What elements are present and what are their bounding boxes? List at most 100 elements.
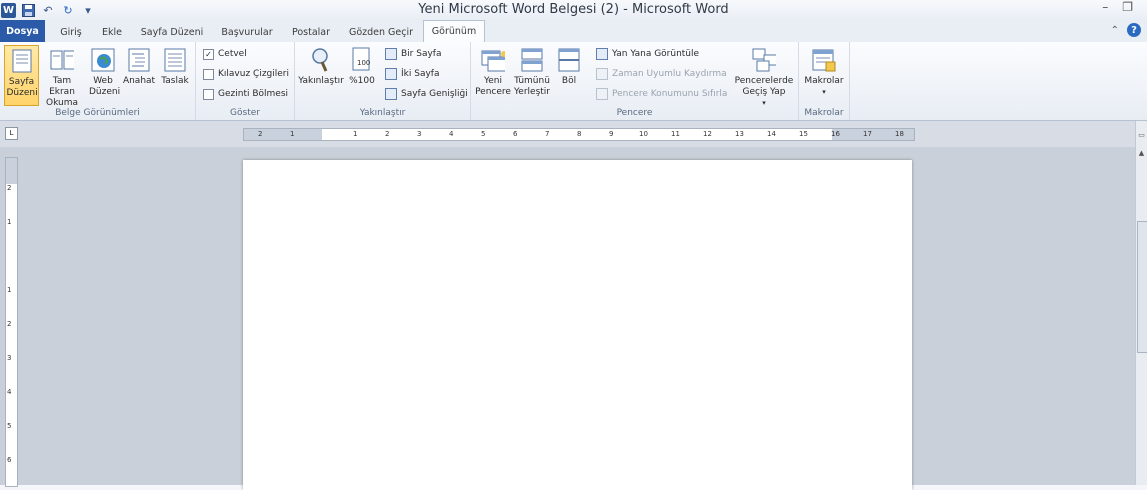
ruler-number: 4 — [449, 130, 454, 138]
tab-insert[interactable]: Ekle — [96, 22, 128, 42]
tab-references[interactable]: Başvurular — [214, 22, 280, 42]
restore-button[interactable]: ❐ — [1122, 0, 1133, 14]
arrange-all-icon — [520, 47, 544, 73]
minimize-ribbon-icon[interactable]: ⌃ — [1111, 25, 1119, 36]
outline-button[interactable]: Anahat — [123, 45, 155, 87]
ruler-number: 10 — [639, 130, 648, 138]
top-margin-marker — [6, 158, 17, 184]
zoom-100-button[interactable]: 100 %100 — [347, 45, 377, 87]
help-area: ⌃ ? — [1111, 23, 1141, 37]
ruler-checkbox-row[interactable]: ✓ Cetvel — [203, 47, 247, 61]
macros-label: Makrolar — [804, 76, 844, 86]
minimize-button[interactable]: – — [1102, 0, 1108, 14]
macros-icon — [812, 47, 836, 73]
draft-button[interactable]: Taslak — [159, 45, 191, 87]
gridlines-checkbox-label: Kılavuz Çizgileri — [218, 69, 289, 79]
ruler-area: L 2 1 1 2 3 4 5 6 7 8 9 10 11 12 13 14 1… — [0, 121, 1147, 147]
ruler-number: 8 — [577, 130, 582, 138]
magnifier-icon — [309, 47, 333, 73]
ruler-number: 15 — [799, 130, 808, 138]
print-layout-label: Sayfa Düzeni — [6, 77, 38, 98]
ribbon: Sayfa Düzeni Tam Ekran Okuma Web Düzeni … — [0, 42, 1147, 121]
synchronous-scrolling-icon — [596, 68, 608, 80]
web-layout-button[interactable]: Web Düzeni — [87, 45, 121, 98]
ruler-toggle-icon[interactable]: ▭ — [1137, 131, 1146, 143]
gridlines-checkbox-row[interactable]: Kılavuz Çizgileri — [203, 67, 289, 81]
reset-window-position-button[interactable]: Pencere Konumunu Sıfırla — [596, 87, 727, 101]
navigation-pane-checkbox-row[interactable]: Gezinti Bölmesi — [203, 87, 288, 101]
web-layout-label: Web Düzeni — [89, 76, 121, 97]
help-icon[interactable]: ? — [1127, 23, 1141, 37]
switch-windows-button[interactable]: Pencerelerde Geçiş Yap ▾ — [733, 45, 795, 109]
reset-window-position-label: Pencere Konumunu Sıfırla — [612, 89, 728, 99]
title-bar: W ↶ ↻ ▾ Yeni Microsoft Word Belgesi (2) … — [0, 0, 1147, 20]
tab-mailings[interactable]: Postalar — [286, 22, 336, 42]
draft-icon — [163, 47, 187, 73]
macros-button[interactable]: Makrolar ▾ — [802, 45, 846, 98]
gridlines-checkbox[interactable] — [203, 68, 214, 80]
ruler-number: 6 — [513, 130, 518, 138]
outline-label: Anahat — [122, 76, 156, 86]
tab-review[interactable]: Gözden Geçir — [344, 22, 418, 42]
side-by-side-icon — [596, 48, 608, 60]
vertical-scrollbar[interactable]: ▭ ▲ — [1135, 121, 1147, 485]
reset-window-position-icon — [596, 88, 608, 100]
tab-page-layout[interactable]: Sayfa Düzeni — [136, 22, 208, 42]
group-show: ✓ Cetvel Kılavuz Çizgileri Gezinti Bölme… — [196, 42, 295, 120]
left-margin-marker — [244, 129, 322, 140]
split-label: Böl — [561, 76, 577, 86]
window-controls: – ❐ — [1102, 0, 1133, 14]
outline-icon — [127, 47, 151, 73]
navigation-pane-checkbox[interactable] — [203, 88, 214, 100]
ruler-number: 5 — [481, 130, 486, 138]
ruler-number: 1 — [7, 286, 12, 294]
two-pages-button[interactable]: İki Sayfa — [385, 67, 439, 81]
group-zoom: Yakınlaştır 100 %100 Bir Sayfa İki Sayfa… — [295, 42, 471, 120]
scroll-up-icon[interactable]: ▲ — [1137, 149, 1146, 161]
ribbon-tabs: Dosya Giriş Ekle Sayfa Düzeni Başvurular… — [0, 20, 1147, 43]
tab-selector[interactable]: L — [5, 127, 18, 140]
page-width-button[interactable]: Sayfa Genişliği — [385, 87, 468, 101]
vertical-ruler[interactable]: 2 1 1 2 3 4 5 6 — [5, 157, 18, 487]
ruler-number: 3 — [417, 130, 422, 138]
synchronous-scrolling-button[interactable]: Zaman Uyumlu Kaydırma — [596, 67, 727, 81]
tab-file[interactable]: Dosya — [0, 20, 45, 42]
group-document-views: Sayfa Düzeni Tam Ekran Okuma Web Düzeni … — [0, 42, 196, 120]
ruler-number: 5 — [7, 422, 12, 430]
group-label-window: Pencere — [616, 108, 653, 118]
two-pages-label: İki Sayfa — [401, 69, 440, 79]
web-layout-icon — [91, 47, 115, 73]
arrange-all-button[interactable]: Tümünü Yerleştir — [513, 45, 551, 98]
ruler-number: 16 — [831, 130, 840, 138]
scrollbar-thumb[interactable] — [1137, 221, 1147, 353]
split-button[interactable]: Böl — [555, 45, 583, 87]
window-title: Yeni Microsoft Word Belgesi (2) - Micros… — [418, 2, 729, 17]
two-pages-icon — [385, 68, 397, 80]
zoom-button[interactable]: Yakınlaştır — [298, 45, 344, 87]
ruler-checkbox-label: Cetvel — [218, 49, 247, 59]
ruler-number: 14 — [767, 130, 776, 138]
full-screen-reading-button[interactable]: Tam Ekran Okuma — [39, 45, 85, 109]
full-screen-reading-icon — [50, 47, 74, 73]
ruler-number: 3 — [7, 354, 12, 362]
ruler-number: 13 — [735, 130, 744, 138]
zoom-100-label: %100 — [349, 76, 375, 86]
arrange-all-label: Tümünü Yerleştir — [514, 76, 550, 97]
view-side-by-side-button[interactable]: Yan Yana Görüntüle — [596, 47, 699, 61]
horizontal-ruler[interactable]: 2 1 1 2 3 4 5 6 7 8 9 10 11 12 13 14 15 … — [243, 128, 915, 141]
zoom-100-icon: 100 — [350, 47, 374, 73]
draft-label: Taslak — [161, 76, 189, 86]
ruler-number: 6 — [7, 456, 12, 464]
ruler-number: 11 — [671, 130, 680, 138]
navigation-pane-checkbox-label: Gezinti Bölmesi — [218, 89, 289, 99]
print-layout-button[interactable]: Sayfa Düzeni — [4, 45, 39, 106]
new-window-button[interactable]: Yeni Pencere — [474, 45, 512, 98]
group-label-macros: Makrolar — [804, 108, 844, 118]
tab-view[interactable]: Görünüm — [423, 20, 485, 43]
one-page-button[interactable]: Bir Sayfa — [385, 47, 441, 61]
full-screen-reading-label: Tam Ekran Okuma — [45, 76, 78, 108]
document-page[interactable] — [243, 160, 912, 490]
ruler-number: 1 — [7, 218, 12, 226]
tab-home[interactable]: Giriş — [53, 22, 89, 42]
ruler-checkbox[interactable]: ✓ — [203, 48, 214, 60]
